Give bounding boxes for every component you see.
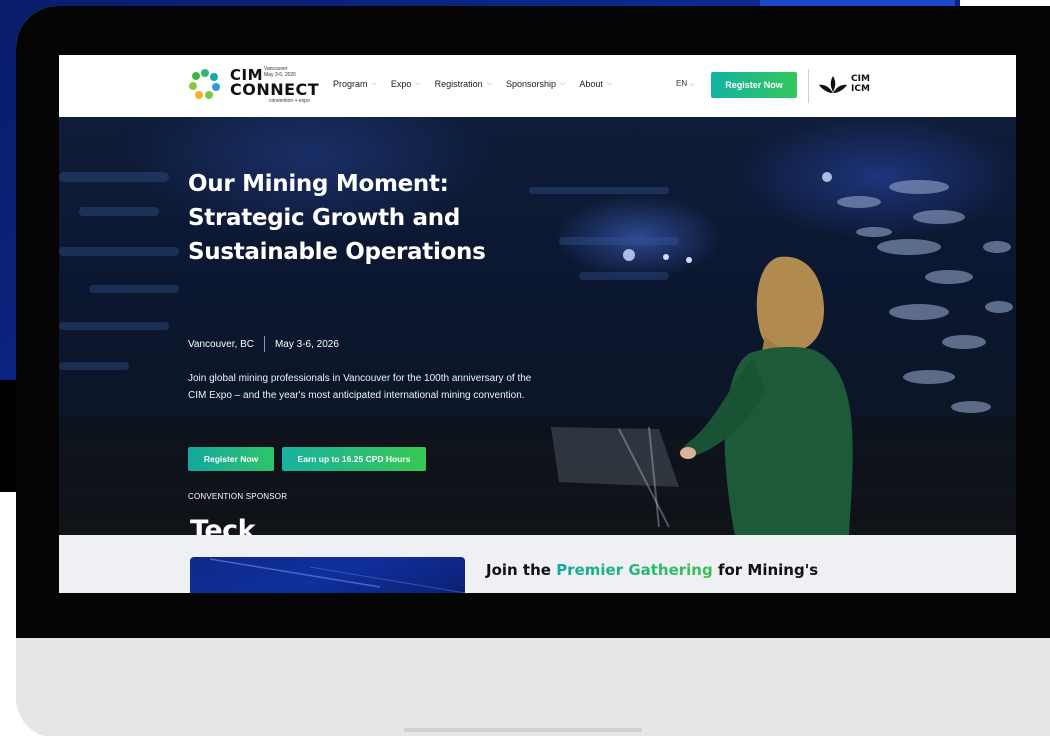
heading-prefix: Join the — [486, 561, 557, 579]
meta-divider — [263, 336, 265, 352]
hero-title-line: Strategic Growth and — [188, 205, 461, 231]
nav-item-program[interactable]: Program ⌵ — [333, 79, 377, 89]
event-location: Vancouver, BC — [188, 338, 254, 350]
site-header: CIM Vancouver May 3-6, 2026 CONNECT conv… — [59, 55, 1016, 117]
chevron-down-icon: ⌵ — [560, 80, 566, 87]
logo-flower-icon — [189, 69, 220, 99]
logo-text-connect: CONNECT — [230, 80, 320, 99]
heading-highlight: Premier Gathering — [556, 561, 713, 579]
nav-label: Program — [333, 79, 368, 89]
logo-dates: May 3-6, 2026 — [264, 72, 296, 78]
hero-title-line: Our Mining Moment: — [188, 171, 449, 197]
language-selector[interactable]: EN ⌵ — [676, 79, 695, 89]
chevron-down-icon: ⌵ — [371, 80, 377, 87]
intro-image — [190, 557, 465, 593]
hero-register-button[interactable]: Register Now — [188, 447, 274, 471]
website-viewport: CIM Vancouver May 3-6, 2026 CONNECT conv… — [59, 55, 1016, 593]
header-register-button[interactable]: Register Now — [711, 72, 797, 98]
cim-logo-line2: ICM — [851, 84, 870, 94]
hero-title: Our Mining Moment: Strategic Growth and … — [188, 167, 528, 269]
cim-connect-logo[interactable]: CIM Vancouver May 3-6, 2026 CONNECT conv… — [187, 65, 319, 105]
nav-item-registration[interactable]: Registration ⌵ — [435, 79, 492, 89]
logo-tagline: convention + expo — [269, 98, 310, 104]
chevron-down-icon: ⌵ — [606, 80, 613, 87]
chevron-down-icon: ⌵ — [689, 81, 695, 88]
main-nav: Program ⌵ Expo ⌵ Registration ⌵ Sponsors… — [333, 79, 612, 89]
cim-icm-logo[interactable]: CIM ICM — [819, 74, 879, 98]
intro-heading: Join the Premier Gathering for Mining's … — [486, 555, 846, 593]
nav-label: About — [579, 79, 603, 89]
event-meta: Vancouver, BC May 3-6, 2026 — [188, 336, 339, 352]
nav-label: Registration — [434, 79, 483, 89]
cim-logo-text: CIM ICM — [851, 74, 870, 94]
nav-item-expo[interactable]: Expo ⌵ — [391, 79, 421, 89]
cpd-hours-button[interactable]: Earn up to 16.25 CPD Hours — [282, 447, 426, 471]
hero-banner: Our Mining Moment: Strategic Growth and … — [59, 117, 1016, 546]
language-label: EN — [676, 79, 688, 88]
hero-title-line: Sustainable Operations — [188, 239, 486, 265]
home-indicator — [404, 728, 642, 732]
hero-description: Join global mining professionals in Vanc… — [188, 373, 532, 401]
nav-item-sponsorship[interactable]: Sponsorship ⌵ — [506, 79, 565, 89]
nav-label: Sponsorship — [506, 79, 557, 89]
chevron-down-icon: ⌵ — [486, 80, 492, 87]
nav-label: Expo — [390, 79, 412, 89]
event-dates: May 3-6, 2026 — [274, 338, 339, 350]
logo-event-info: Vancouver May 3-6, 2026 — [264, 66, 304, 78]
cim-logo-line1: CIM — [851, 74, 870, 84]
chevron-down-icon: ⌵ — [415, 80, 421, 87]
cim-leaf-icon — [819, 76, 847, 93]
header-divider — [808, 69, 809, 103]
intro-image-lines — [209, 558, 465, 593]
nav-item-about[interactable]: About ⌵ — [579, 79, 612, 89]
speaker-photo — [551, 256, 853, 535]
sponsor-label: CONVENTION SPONSOR — [188, 492, 288, 501]
intro-section: Join the Premier Gathering for Mining's … — [59, 535, 1016, 593]
